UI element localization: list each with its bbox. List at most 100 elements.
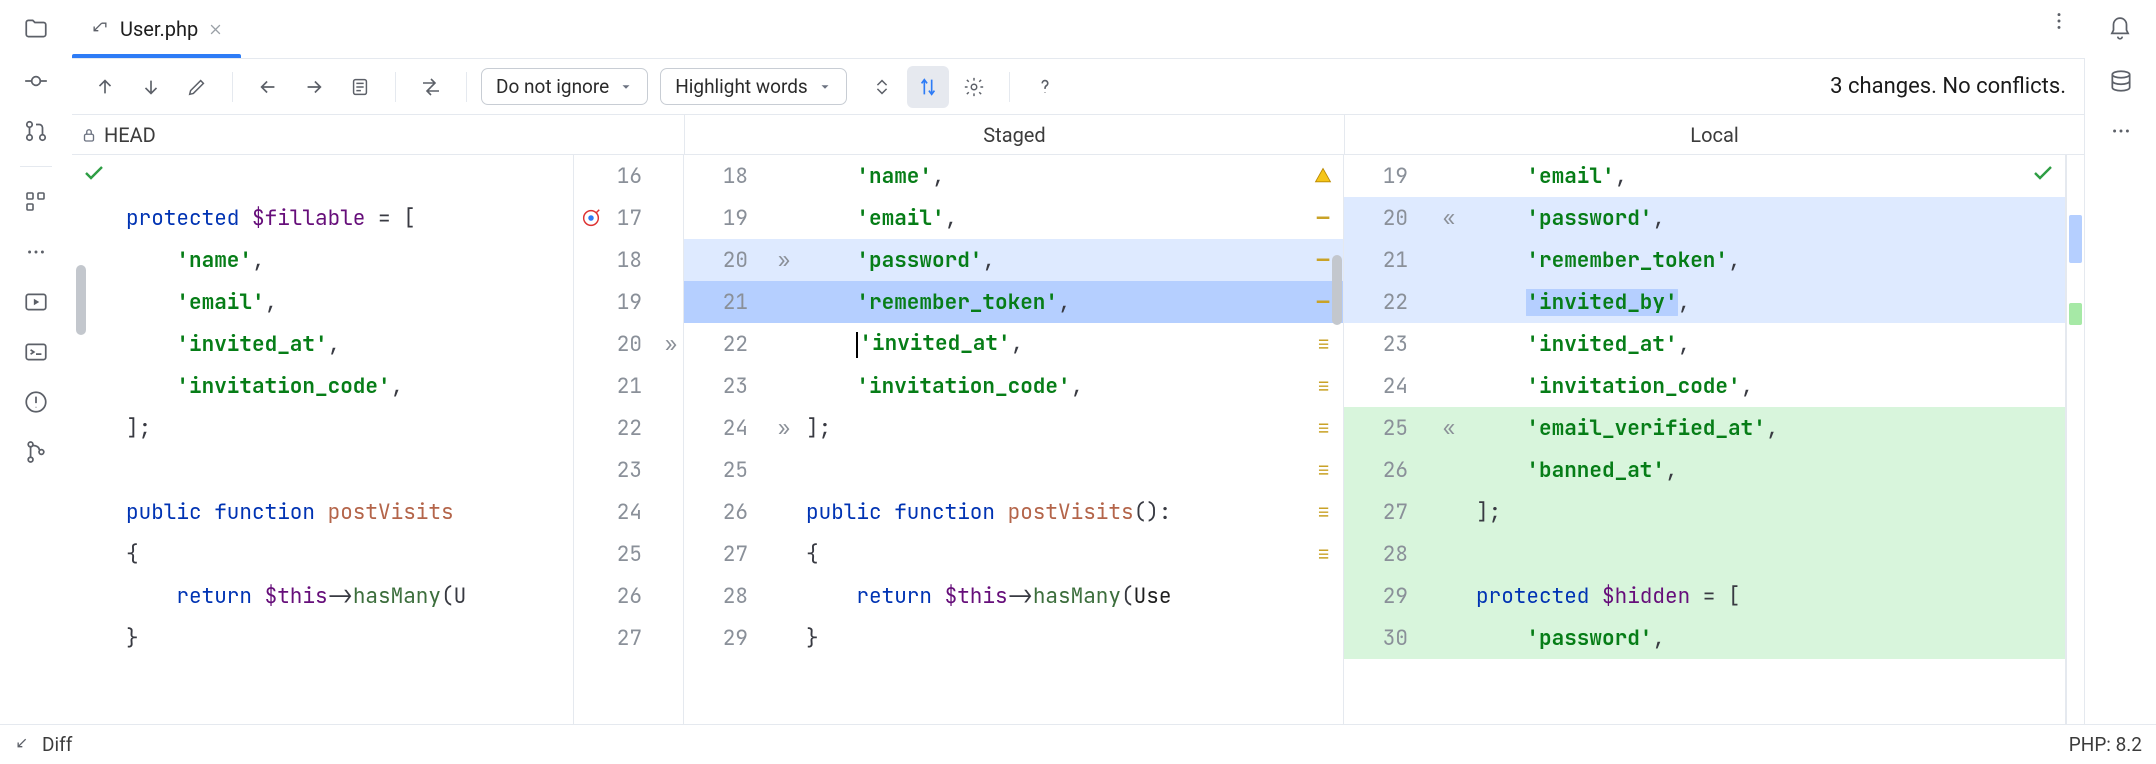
status-right-label[interactable]: PHP: 8.2 <box>2069 733 2142 756</box>
code-line: 27]; <box>1344 491 2065 533</box>
close-tab-icon[interactable] <box>208 22 223 37</box>
code-line: 30 'password', <box>1344 617 2065 659</box>
gutter-head: 1617181920»21222324252627 <box>574 155 684 724</box>
git-icon[interactable] <box>15 431 57 473</box>
panel-header-local-label: Local <box>1690 123 1738 147</box>
code-line: 19 'email', <box>1344 155 2065 197</box>
database-icon[interactable] <box>2100 60 2142 102</box>
diff-settings-icon[interactable] <box>953 66 995 108</box>
code-line: 26public function postVisits():≡ <box>684 491 1343 533</box>
code-line: } <box>72 617 573 659</box>
gutter-line: 27 <box>574 617 683 659</box>
notifications-icon[interactable] <box>2099 8 2141 50</box>
status-left-label[interactable]: Diff <box>42 733 72 756</box>
code-line: 29} <box>684 617 1343 659</box>
compare-files-icon[interactable] <box>339 66 381 108</box>
swap-panels-icon[interactable] <box>410 66 452 108</box>
right-tool-rail <box>2084 58 2156 724</box>
left-rail-top-slot <box>0 0 72 58</box>
panel-header-head-label: HEAD <box>104 123 156 147</box>
tab-filename: User.php <box>120 17 198 41</box>
code-line: return $this->hasMany(U <box>72 575 573 617</box>
code-line: 21 'remember_token', <box>1344 239 2065 281</box>
code-line: { <box>72 533 573 575</box>
more-tools-right-icon[interactable] <box>2100 110 2142 152</box>
code-line: 27{≡ <box>684 533 1343 575</box>
scrollbar-thumb[interactable] <box>76 265 86 335</box>
change-marker-icon: ≡ <box>1303 373 1343 400</box>
accept-chevron-icon[interactable]: « <box>1422 415 1470 441</box>
ruler-mark-modified <box>2069 215 2082 263</box>
code-line: 24»];≡ <box>684 407 1343 449</box>
highlight-dropdown-label: Highlight words <box>675 75 808 98</box>
gutter-line: 22 <box>574 407 683 449</box>
highlight-dropdown[interactable]: Highlight words <box>660 68 847 105</box>
more-tools-icon[interactable] <box>15 231 57 273</box>
diff-mode-icon <box>14 735 34 755</box>
next-change-icon[interactable] <box>130 66 172 108</box>
validation-ok-icon <box>2031 161 2055 185</box>
code-line: 'name', <box>72 239 573 281</box>
code-line: 25« 'email_verified_at', <box>1344 407 2065 449</box>
nav-back-icon[interactable] <box>247 66 289 108</box>
diff-toolbar: Do not ignore Highlight words 3 changes.… <box>72 59 2084 115</box>
left-tool-rail <box>0 58 72 724</box>
code-line: 18 'name', <box>684 155 1343 197</box>
gutter-line: 24 <box>574 491 683 533</box>
panel-header-local: Local <box>1344 115 2084 154</box>
diff-status-text: 3 changes. No conflicts. <box>1830 74 2072 99</box>
gutter-line: 26 <box>574 575 683 617</box>
gutter-line: 21 <box>574 365 683 407</box>
pull-requests-icon[interactable] <box>15 110 57 152</box>
change-marker-icon: ≡ <box>1303 331 1343 358</box>
prev-change-icon[interactable] <box>84 66 126 108</box>
code-line: 21 'remember_token',— <box>684 281 1343 323</box>
accept-chevron-icon[interactable]: « <box>1422 205 1470 231</box>
gutter-line: 19 <box>574 281 683 323</box>
jump-to-source-icon <box>90 19 110 39</box>
help-icon[interactable] <box>1024 66 1066 108</box>
overview-ruler[interactable] <box>2066 155 2084 724</box>
terminal-icon[interactable] <box>15 331 57 373</box>
ignore-dropdown[interactable]: Do not ignore <box>481 68 648 105</box>
code-line: 20« 'password', <box>1344 197 2065 239</box>
apply-chevron-icon[interactable]: » <box>762 247 800 273</box>
edit-icon[interactable] <box>176 66 218 108</box>
commit-icon[interactable] <box>15 60 57 102</box>
collapse-unchanged-icon[interactable] <box>861 66 903 108</box>
pane-head[interactable]: protected $fillable = [ 'name', 'email',… <box>72 155 574 724</box>
gutter-line: 25 <box>574 533 683 575</box>
nav-forward-icon[interactable] <box>293 66 335 108</box>
main-area: Do not ignore Highlight words 3 changes.… <box>0 58 2156 724</box>
gutter-line: 17 <box>574 197 683 239</box>
change-marker-icon: ≡ <box>1303 415 1343 442</box>
tab-user-php[interactable]: User.php <box>72 0 241 58</box>
project-icon[interactable] <box>15 8 57 50</box>
code-line: 22 'invited_at',≡ <box>684 323 1343 365</box>
change-marker-icon: — <box>1303 205 1343 232</box>
run-icon[interactable] <box>15 281 57 323</box>
more-menu-icon[interactable] <box>2038 0 2080 42</box>
pane-staged[interactable]: 18 'name',19 'email',—20» 'password',—21… <box>684 155 1344 724</box>
work-area: Do not ignore Highlight words 3 changes.… <box>72 58 2084 724</box>
scrollbar-thumb[interactable] <box>1332 255 1342 325</box>
gutter-line: 16 <box>574 155 683 197</box>
validation-ok-icon <box>82 161 106 185</box>
code-line: 26 'banned_at', <box>1344 449 2065 491</box>
pane-local[interactable]: 19 'email',20« 'password',21 'remember_t… <box>1344 155 2066 724</box>
code-line: 25≡ <box>684 449 1343 491</box>
apply-chevron-icon[interactable]: » <box>762 415 800 441</box>
sync-scroll-icon[interactable] <box>907 66 949 108</box>
code-line: protected $fillable = [ <box>72 197 573 239</box>
problems-icon[interactable] <box>15 381 57 423</box>
code-line: 23 'invited_at', <box>1344 323 2065 365</box>
code-line: 24 'invitation_code', <box>1344 365 2065 407</box>
code-line <box>72 449 573 491</box>
chevron-down-icon <box>818 80 832 94</box>
lock-icon <box>80 126 98 144</box>
change-marker-icon <box>1303 166 1343 186</box>
tab-bar: User.php <box>0 0 2156 58</box>
code-line: 'email', <box>72 281 573 323</box>
change-marker-icon: ≡ <box>1303 541 1343 568</box>
structure-icon[interactable] <box>15 181 57 223</box>
